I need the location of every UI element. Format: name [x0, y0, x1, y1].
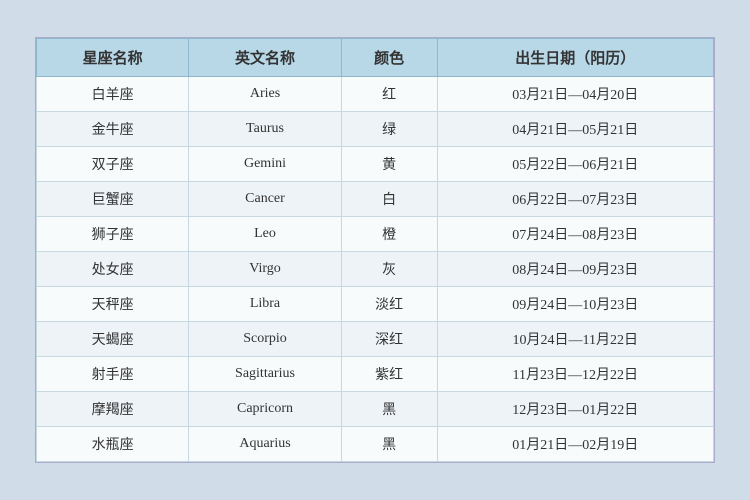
cell-english-name: Aquarius — [189, 427, 341, 462]
cell-chinese-name: 白羊座 — [37, 77, 189, 112]
table-row: 天秤座Libra淡红09月24日—10月23日 — [37, 287, 714, 322]
cell-chinese-name: 巨蟹座 — [37, 182, 189, 217]
cell-dates: 11月23日—12月22日 — [437, 357, 713, 392]
header-color: 颜色 — [341, 39, 437, 77]
cell-dates: 12月23日—01月22日 — [437, 392, 713, 427]
cell-dates: 03月21日—04月20日 — [437, 77, 713, 112]
cell-color: 深红 — [341, 322, 437, 357]
cell-english-name: Sagittarius — [189, 357, 341, 392]
cell-color: 白 — [341, 182, 437, 217]
cell-dates: 04月21日—05月21日 — [437, 112, 713, 147]
table-row: 天蝎座Scorpio深红10月24日—11月22日 — [37, 322, 714, 357]
table-row: 白羊座Aries红03月21日—04月20日 — [37, 77, 714, 112]
cell-dates: 05月22日—06月21日 — [437, 147, 713, 182]
cell-english-name: Gemini — [189, 147, 341, 182]
cell-english-name: Capricorn — [189, 392, 341, 427]
cell-chinese-name: 处女座 — [37, 252, 189, 287]
cell-chinese-name: 水瓶座 — [37, 427, 189, 462]
cell-dates: 07月24日—08月23日 — [437, 217, 713, 252]
table-row: 巨蟹座Cancer白06月22日—07月23日 — [37, 182, 714, 217]
table-row: 射手座Sagittarius紫红11月23日—12月22日 — [37, 357, 714, 392]
cell-chinese-name: 天蝎座 — [37, 322, 189, 357]
cell-english-name: Cancer — [189, 182, 341, 217]
zodiac-table: 星座名称 英文名称 颜色 出生日期（阳历） 白羊座Aries红03月21日—04… — [36, 38, 714, 462]
cell-chinese-name: 摩羯座 — [37, 392, 189, 427]
cell-color: 橙 — [341, 217, 437, 252]
cell-dates: 09月24日—10月23日 — [437, 287, 713, 322]
cell-color: 黑 — [341, 392, 437, 427]
cell-dates: 01月21日—02月19日 — [437, 427, 713, 462]
cell-color: 淡红 — [341, 287, 437, 322]
cell-chinese-name: 天秤座 — [37, 287, 189, 322]
cell-chinese-name: 金牛座 — [37, 112, 189, 147]
header-dates: 出生日期（阳历） — [437, 39, 713, 77]
table-row: 双子座Gemini黄05月22日—06月21日 — [37, 147, 714, 182]
cell-chinese-name: 射手座 — [37, 357, 189, 392]
cell-dates: 08月24日—09月23日 — [437, 252, 713, 287]
table-row: 狮子座Leo橙07月24日—08月23日 — [37, 217, 714, 252]
cell-english-name: Taurus — [189, 112, 341, 147]
cell-english-name: Leo — [189, 217, 341, 252]
cell-english-name: Aries — [189, 77, 341, 112]
cell-dates: 06月22日—07月23日 — [437, 182, 713, 217]
header-english-name: 英文名称 — [189, 39, 341, 77]
cell-chinese-name: 双子座 — [37, 147, 189, 182]
cell-color: 紫红 — [341, 357, 437, 392]
header-chinese-name: 星座名称 — [37, 39, 189, 77]
cell-color: 灰 — [341, 252, 437, 287]
table-body: 白羊座Aries红03月21日—04月20日金牛座Taurus绿04月21日—0… — [37, 77, 714, 462]
table-row: 摩羯座Capricorn黑12月23日—01月22日 — [37, 392, 714, 427]
table-row: 处女座Virgo灰08月24日—09月23日 — [37, 252, 714, 287]
cell-color: 红 — [341, 77, 437, 112]
cell-color: 黑 — [341, 427, 437, 462]
zodiac-table-container: 星座名称 英文名称 颜色 出生日期（阳历） 白羊座Aries红03月21日—04… — [35, 37, 715, 463]
table-header-row: 星座名称 英文名称 颜色 出生日期（阳历） — [37, 39, 714, 77]
cell-chinese-name: 狮子座 — [37, 217, 189, 252]
cell-color: 黄 — [341, 147, 437, 182]
cell-english-name: Libra — [189, 287, 341, 322]
table-row: 金牛座Taurus绿04月21日—05月21日 — [37, 112, 714, 147]
table-row: 水瓶座Aquarius黑01月21日—02月19日 — [37, 427, 714, 462]
cell-dates: 10月24日—11月22日 — [437, 322, 713, 357]
cell-english-name: Virgo — [189, 252, 341, 287]
cell-color: 绿 — [341, 112, 437, 147]
cell-english-name: Scorpio — [189, 322, 341, 357]
